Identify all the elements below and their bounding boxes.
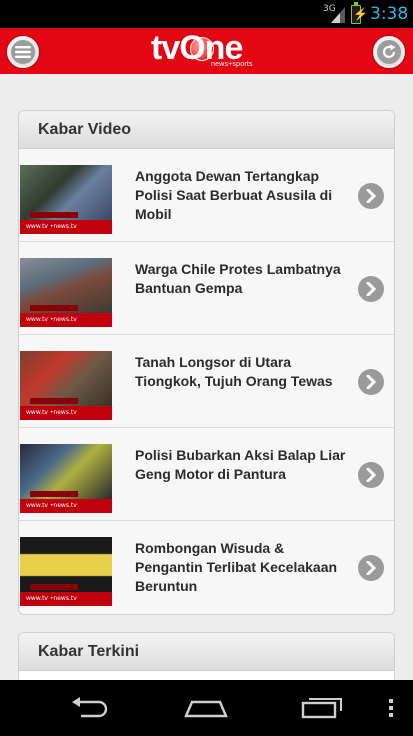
chevron-right-icon[interactable]	[358, 369, 384, 395]
status-bar: 3G ⚡ 3:38	[0, 0, 413, 28]
battery-charging-icon: ⚡	[351, 2, 368, 24]
chevron-right-icon[interactable]	[358, 555, 384, 581]
section-header: Kabar Terkini	[19, 633, 394, 671]
signal-icon	[331, 7, 345, 23]
video-title: Polisi Bubarkan Aksi Balap Liar Geng Mot…	[135, 447, 346, 482]
overflow-menu-icon[interactable]	[369, 694, 413, 722]
video-list-item[interactable]: Anggota Dewan Tertangkap Polisi Saat Ber…	[19, 149, 394, 242]
video-list-item[interactable]: Polisi Bubarkan Aksi Balap Liar Geng Mot…	[19, 428, 394, 521]
video-thumbnail	[20, 444, 112, 513]
video-title: Tanah Longsor di Utara Tiongkok, Tujuh O…	[135, 354, 333, 389]
system-nav-bar	[0, 680, 413, 736]
video-thumbnail	[20, 537, 112, 606]
back-icon[interactable]	[68, 694, 112, 722]
menu-button[interactable]	[7, 36, 39, 68]
chevron-right-icon[interactable]	[358, 462, 384, 488]
video-title: Anggota Dewan Tertangkap Polisi Saat Ber…	[135, 168, 333, 222]
video-title: Rombongan Wisuda & Pengantin Terlibat Ke…	[135, 540, 338, 594]
refresh-button[interactable]	[373, 36, 405, 68]
video-list-item[interactable]: Tanah Longsor di Utara Tiongkok, Tujuh O…	[19, 335, 394, 428]
app-header: tvOne news+sports	[0, 28, 413, 74]
video-list-item[interactable]: Warga Chile Protes Lambatnya Bantuan Gem…	[19, 242, 394, 335]
video-thumbnail	[20, 165, 112, 234]
content-area[interactable]: Kabar Video Anggota Dewan Tertangkap Pol…	[0, 74, 413, 680]
video-thumbnail	[20, 258, 112, 327]
section-kabar-terkini: Kabar Terkini	[18, 632, 395, 680]
logo-tagline: news+sports	[211, 61, 253, 68]
chevron-right-icon[interactable]	[358, 276, 384, 302]
video-thumbnail	[20, 351, 112, 420]
home-icon[interactable]	[184, 694, 228, 722]
refresh-icon	[377, 40, 401, 64]
section-header: Kabar Video	[19, 111, 394, 149]
recent-apps-icon[interactable]	[300, 694, 344, 722]
video-list-item[interactable]: Rombongan Wisuda & Pengantin Terlibat Ke…	[19, 521, 394, 614]
tvone-logo: tvOne news+sports	[151, 29, 263, 71]
menu-icon	[11, 40, 35, 64]
chevron-right-icon[interactable]	[358, 183, 384, 209]
status-clock: 3:38	[370, 4, 409, 24]
video-title: Warga Chile Protes Lambatnya Bantuan Gem…	[135, 261, 341, 296]
section-kabar-video: Kabar Video Anggota Dewan Tertangkap Pol…	[18, 110, 395, 615]
